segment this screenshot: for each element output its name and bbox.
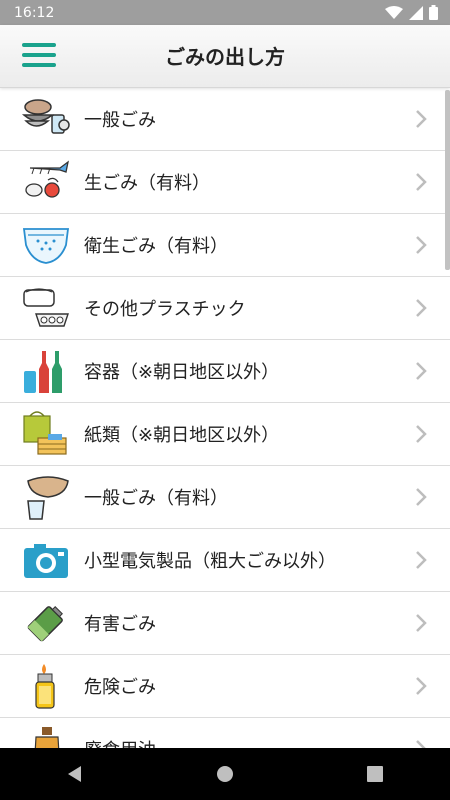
lighter-icon [35,664,55,709]
garbage-category-list: 一般ごみ 生ごみ（有料） 衛生ごみ（有料） その他プラスチック 容器（※朝日地区… [0,88,450,748]
bowl-cup-icon [27,476,69,520]
list-item[interactable]: 小型電気製品（粗大ごみ以外） [0,529,450,592]
battery-status-icon [429,5,438,20]
list-item-label: 生ごみ（有料） [84,173,210,194]
chevron-right-icon [416,236,427,254]
chevron-right-icon [416,173,427,191]
list-item[interactable]: 容器（※朝日地区以外） [0,340,450,403]
list-item-label: 小型電気製品（粗大ごみ以外） [84,551,336,572]
chevron-right-icon [416,614,427,632]
diaper-icon [22,228,70,264]
list-item[interactable]: 衛生ごみ（有料） [0,214,450,277]
list-item-label: 危険ごみ [84,677,156,698]
list-item[interactable]: 一般ごみ [0,88,450,151]
status-bar: 16:12 [0,0,450,25]
chevron-right-icon [416,551,427,569]
list-item[interactable]: その他プラスチック [0,277,450,340]
food-waste-icon [25,160,69,198]
page-title: ごみの出し方 [165,45,285,69]
status-time: 16:12 [14,4,55,21]
list-item[interactable]: 生ごみ（有料） [0,151,450,214]
chevron-right-icon [416,488,427,506]
chevron-right-icon [416,299,427,317]
status-icons [385,5,438,20]
list-item[interactable]: 紙類（※朝日地区以外） [0,403,450,466]
list-item-label: その他プラスチック [84,299,246,320]
paper-bag-icon [23,411,67,455]
list-item-label: 紙類（※朝日地区以外） [84,425,280,446]
chevron-right-icon [416,425,427,443]
signal-icon [409,5,423,20]
navigation-bar [0,748,450,800]
chevron-right-icon [416,740,426,748]
wifi-icon [385,5,403,19]
home-icon[interactable] [205,754,245,794]
dishes-icon [21,99,70,134]
list-item[interactable]: 廃食用油 [0,718,450,748]
scrollbar[interactable] [445,90,450,270]
list-item[interactable]: 危険ごみ [0,655,450,718]
battery-icon [27,606,63,642]
list-item-label: 衛生ごみ（有料） [84,236,228,257]
list-item[interactable]: 一般ごみ（有料） [0,466,450,529]
list-item-label: 一般ごみ [84,110,156,131]
list-item-label: 有害ごみ [84,614,156,635]
chevron-right-icon [416,362,427,380]
chevron-right-icon [416,110,427,128]
app-bar: ごみの出し方 [0,25,450,88]
list-item-label: 廃食用油 [84,736,156,748]
camera-icon [24,544,68,578]
list-item-label: 一般ごみ（有料） [84,488,228,509]
plastic-containers-icon [23,288,69,327]
back-icon[interactable] [55,754,95,794]
bottles-cans-icon [24,351,62,393]
recents-icon[interactable] [355,754,395,794]
list-item-label: 容器（※朝日地区以外） [84,362,280,383]
oil-bottle-icon [34,727,60,748]
list-item[interactable]: 有害ごみ [0,592,450,655]
chevron-right-icon [416,677,427,695]
